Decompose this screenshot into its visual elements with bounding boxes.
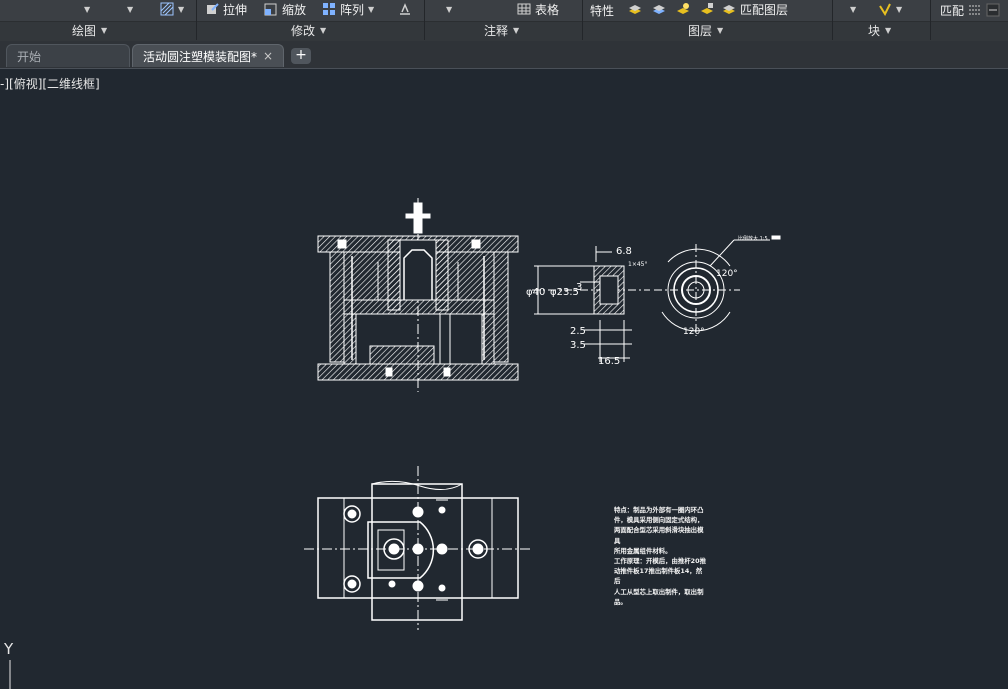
- annotation-dropdown[interactable]: ▼: [446, 0, 452, 18]
- properties-button[interactable]: 特性: [590, 1, 614, 19]
- group-separator: [930, 0, 931, 40]
- block-group-text: 块: [868, 23, 881, 38]
- scale-note: 比例放大 1:5: [738, 235, 768, 242]
- array-icon: [323, 3, 335, 15]
- ribbon-tools-row: ▼ ▼ ▼ 拉伸 缩放 阵列 ▼ ▼ 表格 特性 匹配图层 ▼ ▼ 匹配: [0, 0, 1008, 20]
- note-line: 两面配合型芯采用斜滑块抽出模具: [614, 526, 704, 545]
- stretch-button[interactable]: 拉伸: [205, 0, 247, 18]
- block-dropdown[interactable]: ▼: [850, 0, 856, 18]
- layers-group-text: 图层: [688, 23, 713, 38]
- technical-note-block: 特点：制品为外部有一圈内环凸 件，模具采用侧向固定式结构， 两面配合型芯采用斜滑…: [614, 505, 706, 607]
- close-icon[interactable]: ×: [263, 49, 273, 63]
- draw-dropdown-1[interactable]: ▼: [84, 0, 90, 18]
- drawing-canvas[interactable]: 6.8 1×45° φ40 φ23.5 3 2.5 3.5 16.5 120° …: [0, 68, 1008, 689]
- dim-chamfer: 1×45°: [628, 261, 647, 268]
- layer-tool-4[interactable]: [700, 0, 714, 18]
- dim-angle-120-lower: 120°: [683, 327, 705, 337]
- part-top-view: [654, 235, 781, 336]
- note-line: 件，模具采用侧向固定式结构，: [614, 516, 704, 525]
- layers-group-label[interactable]: 图层 ▼: [688, 22, 723, 38]
- minus-icon: [986, 3, 1000, 17]
- edit-tool[interactable]: [398, 0, 412, 18]
- annotation-group-text: 注释: [484, 23, 509, 38]
- note-line: 动推件板17推出制件板14，然后: [614, 567, 703, 586]
- layer-off-icon: [653, 5, 665, 14]
- layer-tool-1[interactable]: [628, 0, 642, 18]
- dim-diameter-40: φ40: [526, 287, 545, 298]
- dim-6-8: 6.8: [616, 246, 632, 257]
- annotation-group-label[interactable]: 注释 ▼: [484, 22, 519, 38]
- match-layer-label: 匹配图层: [740, 2, 789, 17]
- note-line: 所用金属组件材料。: [614, 546, 672, 555]
- note-line: 特点：制品为外部有一圈内环凸: [614, 506, 704, 514]
- match-layer-icon: [723, 5, 735, 14]
- group-separator: [424, 0, 425, 40]
- dim-diameter-23-5: φ23.5: [550, 287, 579, 298]
- group-separator: [582, 0, 583, 40]
- stretch-label: 拉伸: [223, 2, 248, 17]
- draw-dropdown-2[interactable]: ▼: [127, 0, 133, 18]
- tab-start-label: 开始: [17, 49, 42, 64]
- scale-button[interactable]: 缩放: [264, 0, 306, 18]
- block-tool[interactable]: ▼: [878, 0, 902, 18]
- layer-lock-icon: [701, 3, 713, 14]
- properties-label: 特性: [590, 3, 615, 18]
- note-line: 品。: [614, 597, 627, 606]
- new-tab-button[interactable]: +: [291, 48, 311, 64]
- table-label: 表格: [535, 2, 560, 17]
- block-group-label[interactable]: 块 ▼: [868, 22, 891, 38]
- match-properties-icon: [969, 5, 982, 15]
- layer-tool-2[interactable]: [652, 0, 666, 18]
- block-edit-icon: [879, 3, 891, 16]
- group-separator: [196, 0, 197, 40]
- match-button[interactable]: 匹配: [940, 1, 1000, 19]
- draw-group-text: 绘图: [72, 23, 97, 38]
- dim-16-5: 16.5: [598, 356, 620, 367]
- scale-label: 缩放: [282, 2, 307, 17]
- array-label: 阵列: [340, 2, 365, 17]
- ribbon: ▼ ▼ ▼ 拉伸 缩放 阵列 ▼ ▼ 表格 特性 匹配图层 ▼ ▼ 匹配 绘图 …: [0, 0, 1008, 42]
- tab-start[interactable]: 开始: [6, 44, 130, 67]
- tab-active-label: 活动圆注塑模装配图*: [143, 49, 258, 64]
- note-line: 人工从型芯上取出制件，取出制: [614, 587, 704, 596]
- layer-freeze-icon: [677, 3, 689, 14]
- modify-group-label[interactable]: 修改 ▼: [291, 22, 326, 38]
- match-label: 匹配: [940, 3, 965, 18]
- hatch-tool[interactable]: ▼: [160, 0, 184, 18]
- match-layer-button[interactable]: 匹配图层: [722, 0, 788, 18]
- modify-group-text: 修改: [291, 23, 316, 38]
- dim-3: 3: [576, 282, 582, 293]
- mold-front-section-view: [317, 198, 519, 392]
- note-line: 工作原理：开模后，由推杆20推: [614, 557, 706, 566]
- array-button[interactable]: 阵列 ▼: [322, 0, 374, 18]
- layer-icon: [629, 5, 641, 14]
- ucs-y-label: Y: [4, 640, 14, 658]
- edit-icon: [400, 3, 410, 15]
- tab-active-drawing[interactable]: 活动圆注塑模装配图* ×: [132, 44, 284, 67]
- table-icon: [517, 3, 531, 15]
- dimension-labels: 6.8 1×45° φ40 φ23.5 3 2.5 3.5 16.5 120° …: [526, 235, 768, 367]
- scale-icon: [264, 3, 277, 16]
- hatch-icon: [160, 2, 174, 16]
- mold-plan-view: [304, 466, 532, 630]
- dim-3-5: 3.5: [570, 340, 586, 351]
- file-tab-bar: 开始 活动圆注塑模装配图* × +: [0, 41, 1008, 69]
- dim-2-5: 2.5: [570, 326, 586, 337]
- stretch-icon: [207, 3, 219, 14]
- group-separator: [832, 0, 833, 40]
- draw-group-label[interactable]: 绘图 ▼: [72, 22, 107, 38]
- table-button[interactable]: 表格: [517, 0, 559, 18]
- layer-tool-3[interactable]: [676, 0, 690, 18]
